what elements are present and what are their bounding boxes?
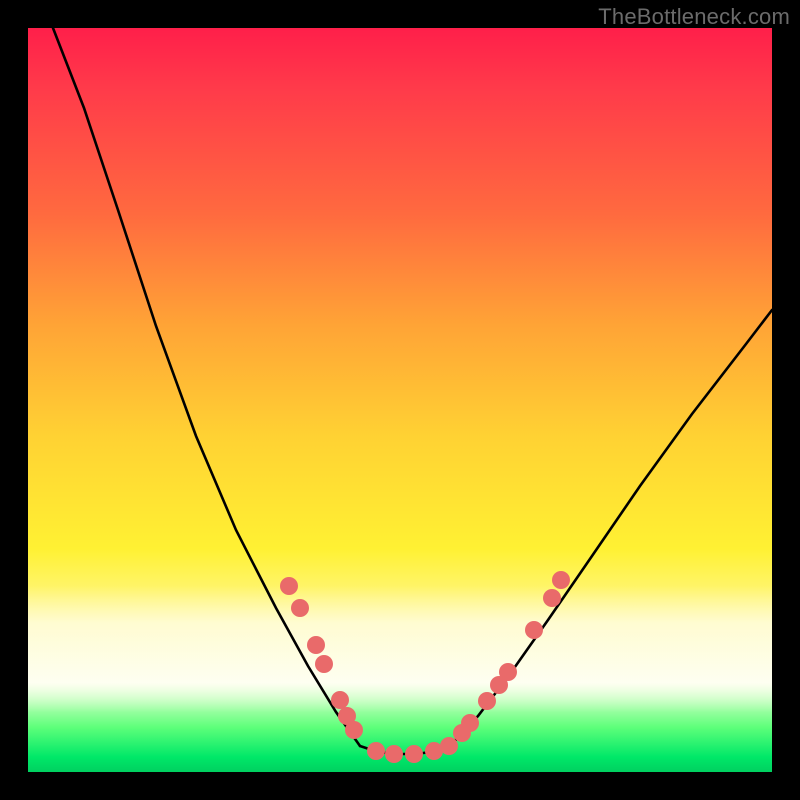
watermark-text: TheBottleneck.com bbox=[598, 4, 790, 30]
data-point-markers bbox=[280, 571, 570, 763]
bottleneck-curve bbox=[53, 28, 772, 754]
data-point-marker bbox=[291, 599, 309, 617]
data-point-marker bbox=[345, 721, 363, 739]
data-point-marker bbox=[331, 691, 349, 709]
data-point-marker bbox=[525, 621, 543, 639]
plot-area bbox=[28, 28, 772, 772]
data-point-marker bbox=[478, 692, 496, 710]
data-point-marker bbox=[367, 742, 385, 760]
data-point-marker bbox=[461, 714, 479, 732]
data-point-marker bbox=[307, 636, 325, 654]
data-point-marker bbox=[440, 737, 458, 755]
data-point-marker bbox=[385, 745, 403, 763]
data-point-marker bbox=[543, 589, 561, 607]
data-point-marker bbox=[499, 663, 517, 681]
data-point-marker bbox=[315, 655, 333, 673]
data-point-marker bbox=[552, 571, 570, 589]
chart-frame: TheBottleneck.com bbox=[0, 0, 800, 800]
data-point-marker bbox=[280, 577, 298, 595]
data-point-marker bbox=[405, 745, 423, 763]
chart-svg bbox=[28, 28, 772, 772]
